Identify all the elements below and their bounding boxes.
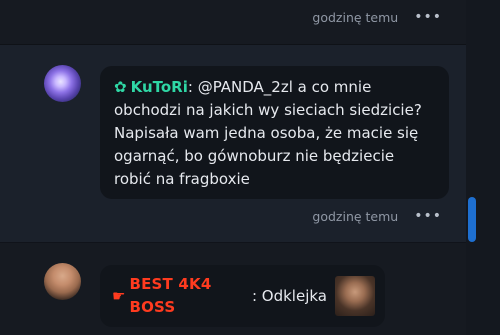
message-meta: godzinę temu ••• <box>312 9 442 25</box>
face-emote <box>335 276 375 316</box>
scrollbar-thumb[interactable] <box>468 197 476 242</box>
message-timestamp: godzinę temu <box>312 9 399 25</box>
username[interactable]: KuToRi <box>131 78 188 96</box>
message-timestamp: godzinę temu <box>312 208 399 224</box>
username[interactable]: BEST 4K4 BOSS <box>129 273 252 319</box>
more-options-icon[interactable]: ••• <box>414 208 442 224</box>
more-options-icon[interactable]: ••• <box>414 9 442 25</box>
message-meta: godzinę temu ••• <box>312 208 442 224</box>
message-bubble: ☛ BEST 4K4 BOSS: Odklejka <box>100 265 385 327</box>
pointing-hand-icon: ☛ <box>112 286 126 305</box>
avatar[interactable] <box>44 65 81 102</box>
scroll-rail <box>466 0 500 335</box>
avatar[interactable] <box>44 263 81 300</box>
chat-feed: godzinę temu ••• ✿ KuToRi: @PANDA_2zl a c… <box>0 0 466 335</box>
message-item: ✿ KuToRi: @PANDA_2zl a co mnie obchodzi n… <box>0 45 466 243</box>
message-bubble: ✿ KuToRi: @PANDA_2zl a co mnie obchodzi n… <box>100 66 449 199</box>
gear-icon: ✿ <box>114 78 127 96</box>
message-text: Odklejka <box>261 286 327 305</box>
nick-separator: : <box>187 78 198 96</box>
message-item: godzinę temu ••• <box>0 0 466 45</box>
message-item: ☛ BEST 4K4 BOSS: Odklejka <box>0 243 466 335</box>
nick-separator: : <box>251 286 262 305</box>
